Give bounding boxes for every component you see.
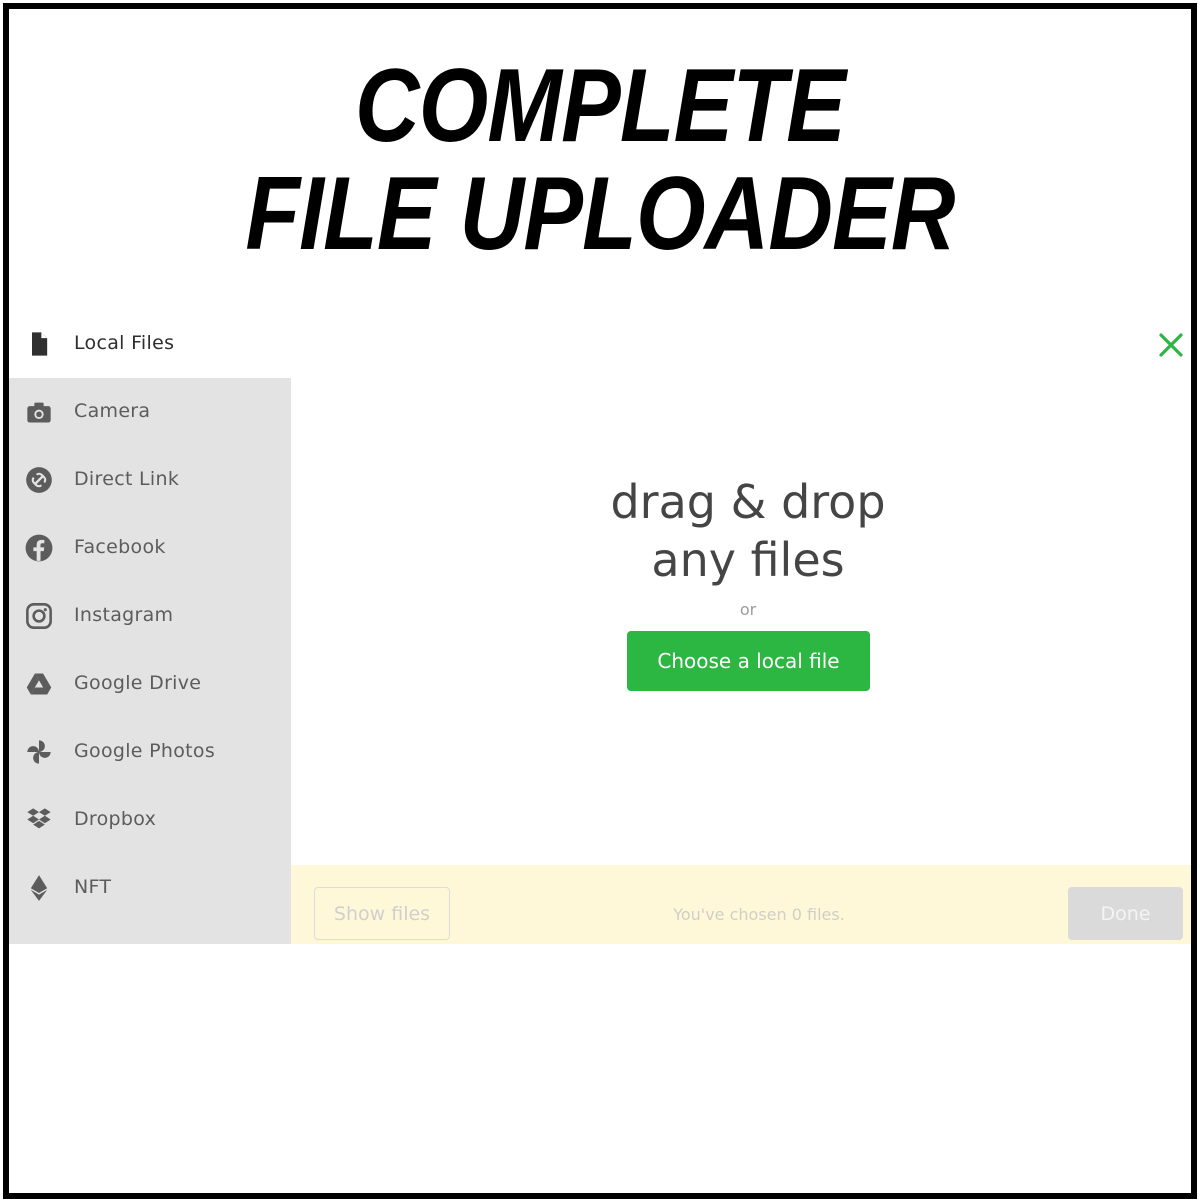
sidebar-item-label: Instagram bbox=[74, 604, 174, 626]
camera-icon bbox=[25, 398, 53, 426]
facebook-icon bbox=[25, 534, 53, 562]
choose-local-file-button[interactable]: Choose a local file bbox=[627, 631, 870, 691]
sidebar-item-label: Facebook bbox=[74, 536, 166, 558]
sidebar-item-local-files[interactable]: Local Files bbox=[9, 310, 291, 378]
sidebar-item-google-photos[interactable]: Google Photos bbox=[9, 718, 291, 786]
close-icon bbox=[1156, 333, 1186, 364]
source-sidebar: Local Files Camera Direct Link Facebook … bbox=[9, 310, 291, 944]
sidebar-item-nft[interactable]: NFT bbox=[9, 854, 291, 922]
google-drive-icon bbox=[25, 670, 53, 698]
dropzone-title-line-2: any files bbox=[651, 533, 845, 587]
sidebar-item-label: NFT bbox=[74, 876, 112, 898]
sidebar-item-label: Local Files bbox=[74, 332, 175, 354]
show-files-button[interactable]: Show files bbox=[314, 887, 450, 940]
sidebar-item-label: Google Drive bbox=[74, 672, 202, 694]
link-icon bbox=[25, 466, 53, 494]
sidebar-item-facebook[interactable]: Facebook bbox=[9, 514, 291, 582]
file-icon bbox=[25, 330, 53, 358]
sidebar-item-instagram[interactable]: Instagram bbox=[9, 582, 291, 650]
sidebar-item-label: Google Photos bbox=[74, 740, 216, 762]
dropzone-title-line-1: drag & drop bbox=[610, 475, 886, 529]
or-separator: or bbox=[739, 600, 757, 619]
close-button[interactable] bbox=[1156, 330, 1186, 360]
page-headline: COMPLETE FILE UPLOADER bbox=[84, 52, 1116, 268]
headline-line-2: FILE UPLOADER bbox=[245, 156, 955, 272]
sidebar-item-camera[interactable]: Camera bbox=[9, 378, 291, 446]
chosen-files-status: You've chosen 0 files. bbox=[673, 905, 845, 924]
sidebar-item-label: Camera bbox=[74, 400, 151, 422]
headline-line-1: COMPLETE bbox=[354, 48, 846, 164]
sidebar-item-dropbox[interactable]: Dropbox bbox=[9, 786, 291, 854]
google-photos-icon bbox=[25, 738, 53, 766]
sidebar-item-label: Direct Link bbox=[74, 468, 180, 490]
ethereum-icon bbox=[25, 874, 53, 902]
sidebar-item-label: Dropbox bbox=[74, 808, 157, 830]
sidebar-item-google-drive[interactable]: Google Drive bbox=[9, 650, 291, 718]
selection-footer: Show files You've chosen 0 files. Done bbox=[291, 865, 1191, 944]
dropbox-icon bbox=[25, 806, 53, 834]
sidebar-item-direct-link[interactable]: Direct Link bbox=[9, 446, 291, 514]
done-button[interactable]: Done bbox=[1068, 887, 1183, 940]
instagram-icon bbox=[25, 602, 53, 630]
